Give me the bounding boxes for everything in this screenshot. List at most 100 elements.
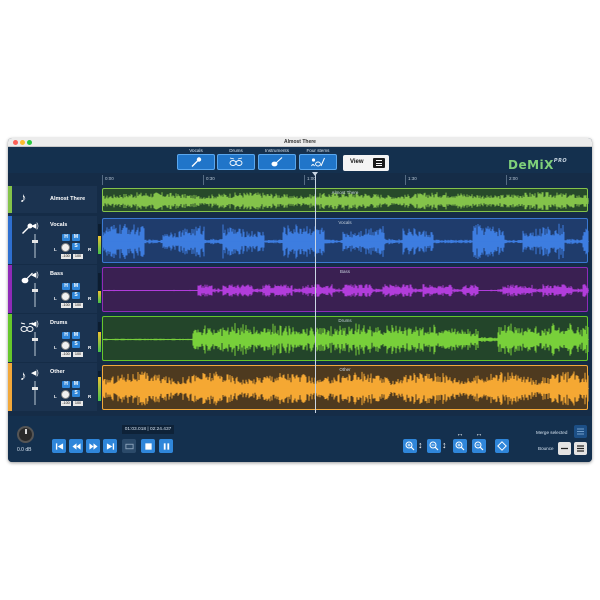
instruments-stem-button[interactable]: Instruments: [258, 148, 296, 171]
track-name: Drums: [50, 320, 68, 326]
skip-to-start-button[interactable]: [52, 439, 66, 453]
solo-button[interactable]: S: [72, 390, 80, 397]
speaker-icon: ◀): [31, 272, 39, 279]
pause-button[interactable]: [159, 439, 173, 453]
master-volume-knob[interactable]: [17, 426, 34, 443]
track-other[interactable]: ♪ Other ◀) H M S L R -100 100 Other: [8, 363, 592, 411]
app-window: Almost There Vocals Drums Instruments Fo…: [8, 138, 592, 462]
logo-suffix: PRO: [553, 158, 568, 164]
left-label: L: [54, 345, 57, 350]
hear-button[interactable]: H: [62, 283, 70, 290]
waveform: [103, 284, 589, 297]
vocals-stem-box[interactable]: [177, 154, 215, 170]
waveform-lane[interactable]: Bass: [102, 267, 589, 312]
track-header[interactable]: ♪ Almost There: [12, 186, 97, 213]
pan-knob[interactable]: [61, 292, 70, 301]
zoom-in-vertical-button[interactable]: [403, 439, 417, 453]
mute-button[interactable]: M: [72, 381, 80, 388]
ruler-tick-label: 1:30: [408, 176, 417, 181]
volume-fader[interactable]: [32, 332, 38, 356]
view-menu-button[interactable]: View: [343, 155, 389, 171]
fader-handle[interactable]: [32, 240, 38, 243]
level-meter: [98, 371, 101, 401]
horizontal-arrow-icon: ↔: [475, 431, 483, 438]
track-mix[interactable]: ♪ Almost There Almost There: [8, 186, 592, 213]
waveform-lane[interactable]: Other: [102, 365, 589, 410]
fader-handle[interactable]: [32, 387, 38, 390]
mute-button[interactable]: M: [72, 234, 80, 241]
track-bass[interactable]: Bass ◀) H M S L R -100 100 Bass: [8, 265, 592, 313]
track-header[interactable]: ♪ Other ◀) H M S L R -100 100: [12, 363, 101, 411]
timecode-display: 01:03.018 | 02:24.437: [122, 425, 174, 434]
volume-fader[interactable]: [32, 283, 38, 307]
track-name: Almost There: [50, 196, 86, 202]
track-header[interactable]: Drums ◀) H M S L R -100 100: [12, 314, 101, 362]
ruler-tick: 1:30: [405, 175, 417, 185]
view-label: View: [350, 159, 364, 165]
volume-fader[interactable]: [32, 381, 38, 405]
pan-left-value: -100: [61, 303, 71, 308]
zoom-out-horizontal-button[interactable]: [472, 439, 486, 453]
bounce-label: Bounce: [538, 446, 554, 451]
hear-button[interactable]: H: [62, 381, 70, 388]
track-drums[interactable]: Drums ◀) H M S L R -100 100 Drums: [8, 314, 592, 362]
pan-knob[interactable]: [61, 243, 70, 252]
speaker-icon: ◀): [31, 223, 39, 230]
pan-right-value: 100: [73, 254, 83, 259]
four-stems-box[interactable]: [299, 154, 337, 170]
drums-stem-button[interactable]: Drums: [217, 148, 255, 171]
mute-button[interactable]: M: [72, 283, 80, 290]
fast-forward-icon: [88, 442, 98, 450]
solo-button[interactable]: S: [72, 292, 80, 299]
music-note-icon: ♪: [20, 190, 27, 205]
lane-label: Drums: [338, 318, 352, 323]
fader-handle[interactable]: [32, 289, 38, 292]
zoom-out-vertical-button[interactable]: [427, 439, 441, 453]
fader-handle[interactable]: [32, 338, 38, 341]
waveform-lane[interactable]: Vocals: [102, 218, 589, 263]
timeline-ruler[interactable]: 0:00 0:30 1:00 1:30 2:00: [102, 175, 592, 185]
pan-knob[interactable]: [61, 341, 70, 350]
zoom-to-fit-button[interactable]: [495, 439, 509, 453]
drums-stem-box[interactable]: [217, 154, 255, 170]
ruler-tick: 0:30: [203, 175, 215, 185]
vertical-arrow-icon: ↕: [442, 440, 447, 450]
title-bar: Almost There: [8, 138, 592, 147]
fit-diamond-icon: [497, 441, 507, 451]
four-stems-button[interactable]: Four stems: [299, 148, 337, 171]
track-name: Bass: [50, 271, 64, 277]
zoom-in-horizontal-button[interactable]: [453, 439, 467, 453]
instruments-stem-box[interactable]: [258, 154, 296, 170]
pan-knob[interactable]: [61, 390, 70, 399]
track-vocals[interactable]: Vocals ◀) H M S L R -100 100 Vocals: [8, 216, 592, 264]
track-header[interactable]: Vocals ◀) H M S L R -100 100: [12, 216, 101, 264]
hear-button[interactable]: H: [62, 332, 70, 339]
playhead-marker[interactable]: [312, 172, 318, 176]
mute-button[interactable]: M: [72, 332, 80, 339]
hear-button[interactable]: H: [62, 234, 70, 241]
pan-right-value: 100: [73, 401, 83, 406]
ruler-tick-label: 0:30: [206, 176, 215, 181]
list-icon: [577, 428, 584, 435]
stop-button[interactable]: [141, 439, 155, 453]
volume-fader[interactable]: [32, 234, 38, 258]
playhead-line[interactable]: [315, 173, 316, 413]
waveform-lane[interactable]: Almost There: [102, 188, 589, 212]
skip-to-end-button[interactable]: [103, 439, 117, 453]
pan-left-value: -100: [61, 401, 71, 406]
rewind-button[interactable]: [69, 439, 83, 453]
merge-selected-button[interactable]: [574, 425, 587, 438]
track-header[interactable]: Bass ◀) H M S L R -100 100: [12, 265, 101, 313]
loop-button[interactable]: [122, 439, 136, 453]
solo-button[interactable]: S: [72, 243, 80, 250]
bounce-all-button[interactable]: [574, 442, 587, 455]
fast-forward-button[interactable]: [86, 439, 100, 453]
solo-button[interactable]: S: [72, 341, 80, 348]
drums-stem-label: Drums: [229, 148, 243, 153]
zoom-in-icon: [405, 441, 415, 451]
waveform-lane[interactable]: Drums: [102, 316, 589, 361]
vocals-stem-button[interactable]: Vocals: [177, 148, 215, 171]
bounce-single-button[interactable]: [558, 442, 571, 455]
pan-right-value: 100: [73, 303, 83, 308]
lane-label: Other: [339, 367, 351, 372]
